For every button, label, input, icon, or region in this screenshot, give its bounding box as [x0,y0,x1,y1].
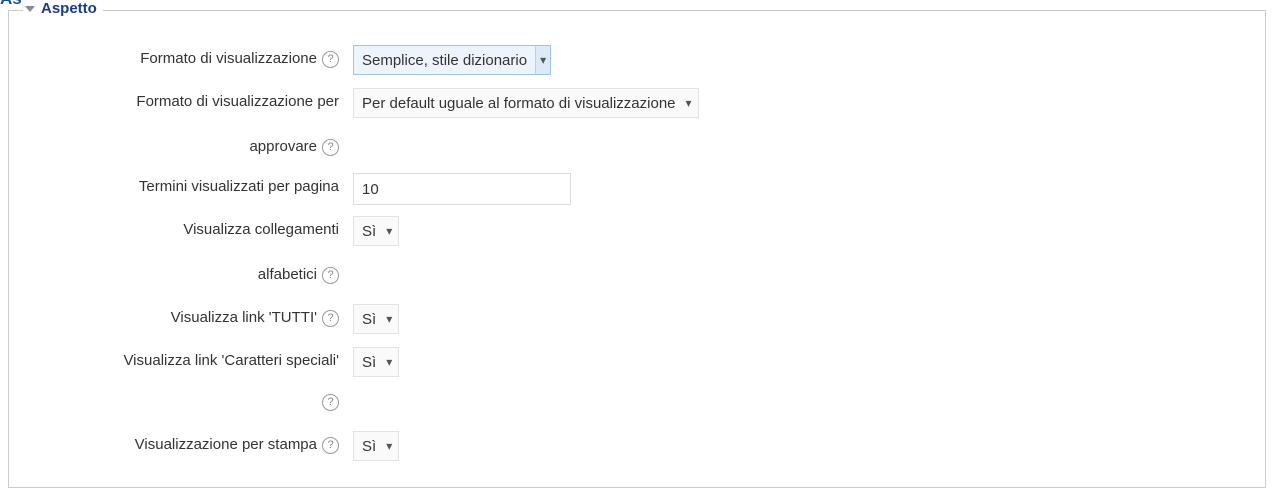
entries-per-page-input[interactable] [353,173,571,205]
show-alphabet-label-line1: Visualizza collegamenti [183,221,339,238]
collapse-triangle-icon [25,5,35,12]
help-icon[interactable]: ? [322,393,339,411]
help-icon[interactable]: ? [322,309,339,327]
print-view-value: Sì [362,437,377,455]
help-icon[interactable]: ? [322,436,339,454]
appearance-section: Aspetto Formato di visualizzazione? Semp… [8,0,1266,488]
approval-format-label-line2: approvare? [249,138,339,156]
show-alphabet-label-line2: alfabetici? [258,266,339,284]
entries-per-page-label: Termini visualizzati per pagina [138,178,339,195]
help-icon[interactable]: ? [322,138,339,156]
show-special-label: Visualizza link 'Caratteri speciali' [123,352,339,369]
approval-format-select[interactable]: Per default uguale al formato di visuali… [353,88,699,118]
dropdown-arrow-icon: ▾ [386,312,393,326]
approval-format-value: Per default uguale al formato di visuali… [362,94,676,112]
display-format-value: Semplice, stile dizionario [362,51,528,69]
show-special-select[interactable]: Sì ▾ [353,347,400,377]
help-icon[interactable]: ? [322,50,339,68]
dropdown-arrow-icon: ▾ [386,355,393,369]
print-view-label: Visualizzazione per stampa? [135,436,339,454]
help-icon[interactable]: ? [322,266,339,284]
print-view-select[interactable]: Sì ▾ [353,431,400,461]
dropdown-arrow-icon: ▾ [386,439,393,453]
show-alphabet-value: Sì [362,222,377,240]
dropdown-arrow-icon: ▾ [535,46,551,74]
dropdown-arrow-icon: ▾ [386,224,393,238]
show-special-value: Sì [362,353,377,371]
approval-format-label-line1: Formato di visualizzazione per [136,93,339,110]
display-format-label: Formato di visualizzazione? [140,50,339,68]
display-format-select[interactable]: Semplice, stile dizionario ▾ [353,45,552,75]
show-all-select[interactable]: Sì ▾ [353,304,400,334]
show-alphabet-select[interactable]: Sì ▾ [353,216,400,246]
section-toggle[interactable]: Aspetto [23,0,103,17]
show-all-label: Visualizza link 'TUTTI'? [171,309,339,327]
dropdown-arrow-icon: ▾ [685,96,692,110]
section-title: Aspetto [41,0,97,17]
show-all-value: Sì [362,310,377,328]
show-special-help: ? [322,393,339,411]
